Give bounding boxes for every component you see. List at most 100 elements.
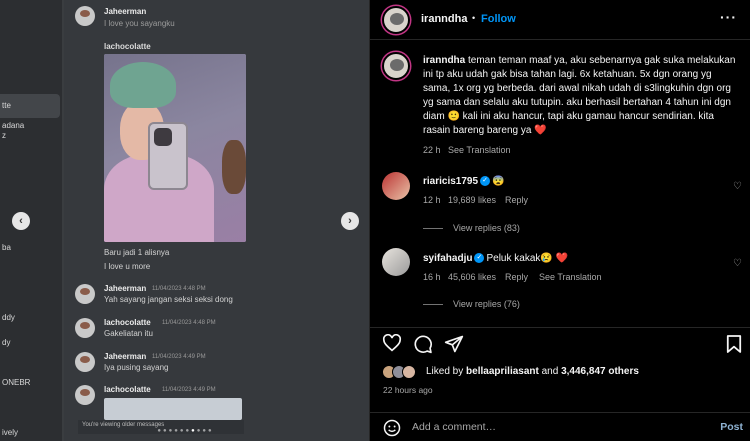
liked-by-user[interactable]: bellaapriliasant — [466, 366, 539, 377]
comment-text: Peluk kakak😢 ❤️ — [486, 253, 569, 264]
comment-likes[interactable]: 45,606 likes — [448, 272, 496, 282]
save-bookmark-icon[interactable] — [726, 334, 742, 354]
avatar — [75, 385, 95, 405]
sidebar-item: tte — [2, 101, 11, 110]
reply-button[interactable]: Reply — [505, 195, 528, 205]
avatar[interactable] — [382, 172, 410, 200]
avatar[interactable] — [382, 6, 410, 34]
avatar — [75, 318, 95, 338]
message-text: Yah sayang jangan seksi seksi dong — [104, 295, 233, 304]
separator-dot: • — [472, 13, 476, 23]
caption-username[interactable]: iranndha — [423, 55, 465, 66]
message-username: Jaheerman — [104, 352, 147, 361]
comment-likes[interactable]: 19,689 likes — [448, 195, 496, 205]
share-send-icon[interactable] — [444, 334, 464, 354]
reply-button[interactable]: Reply — [505, 272, 528, 282]
comment-time: 16 h — [423, 272, 441, 282]
sidebar-item: z — [2, 131, 6, 140]
guitar-shape — [222, 140, 246, 194]
carousel-dot: ● — [208, 428, 212, 434]
carousel-dot: ● — [174, 428, 178, 434]
message-timestamp: 11/04/2023 4:49 PM — [152, 354, 206, 360]
liked-by-and: and — [541, 366, 559, 377]
sidebar-item: ba — [2, 243, 11, 252]
chat-photo — [104, 54, 246, 242]
next-slide-button[interactable]: › — [341, 212, 359, 230]
view-replies-link[interactable]: View replies (83) — [423, 223, 520, 233]
message-text: I love you sayangku — [104, 19, 175, 28]
emoji-icon[interactable] — [383, 419, 401, 437]
carousel-dot: ● — [185, 428, 190, 434]
instagram-post-viewer: tte adana z ba ddy dy ONEBR ively Jaheer… — [0, 0, 750, 441]
sidebar-item: adana — [2, 121, 25, 130]
comment-text: 😨 — [492, 176, 505, 187]
comment-bubble-icon[interactable] — [413, 334, 433, 354]
follow-button[interactable]: Follow — [481, 13, 516, 25]
caption-time: 22 h — [423, 145, 441, 155]
liked-by-prefix: Liked by — [426, 366, 464, 377]
carousel-dot: ● — [163, 428, 167, 434]
discord-sidebar: tte adana z ba ddy dy ONEBR ively — [0, 0, 62, 441]
message-timestamp: 11/04/2023 4:49 PM — [162, 387, 216, 393]
view-replies-link[interactable]: View replies (76) — [423, 299, 520, 309]
comment-username[interactable]: riaricis1795 — [423, 176, 478, 187]
author-username[interactable]: iranndha — [421, 13, 467, 25]
see-translation-link[interactable]: See Translation — [539, 272, 602, 282]
prev-slide-button[interactable]: ‹ — [12, 212, 30, 230]
post-details-pane: iranndha • Follow ··· iranndha teman tem… — [369, 0, 750, 441]
more-options-icon[interactable]: ··· — [720, 9, 737, 25]
carousel-dot-active: ● — [191, 428, 195, 434]
like-comment-heart-icon[interactable]: ♡ — [733, 181, 742, 192]
carousel-dot: ● — [168, 428, 173, 434]
message-timestamp: 11/04/2023 4:48 PM — [152, 286, 206, 292]
comment-time: 12 h — [423, 195, 441, 205]
carousel-dot: ● — [196, 428, 201, 434]
message-text: Gakeliatan itu — [104, 329, 153, 338]
chevron-left-icon: ‹ — [19, 215, 23, 227]
post-comment-button[interactable]: Post — [720, 421, 743, 433]
post-media[interactable]: tte adana z ba ddy dy ONEBR ively Jaheer… — [0, 0, 369, 441]
message-username: Jaheerman — [104, 284, 147, 293]
posted-time: 22 hours ago — [383, 385, 433, 395]
chevron-right-icon: › — [348, 215, 352, 227]
avatar — [75, 284, 95, 304]
avatar — [75, 6, 95, 26]
avatar — [75, 352, 95, 372]
avatar[interactable] — [382, 52, 410, 80]
post-actions — [370, 327, 750, 359]
message-text: I love u more — [104, 262, 151, 271]
message-username: lachocolatte — [104, 385, 151, 394]
message-username: lachocolatte — [104, 318, 151, 327]
sidebar-item: dy — [2, 338, 11, 347]
carousel-indicator: ● ● ● ● ● ● ● ● ● ● — [0, 428, 369, 434]
post-header: iranndha • Follow ··· — [370, 0, 750, 40]
caption-text: teman teman maaf ya, aku sebenarnya gak … — [423, 55, 736, 136]
liker-avatar — [402, 365, 416, 379]
comment-composer: Add a comment… Post — [370, 412, 750, 441]
hair-towel — [110, 62, 176, 108]
comment: syifahadju ✓ Peluk kakak😢 ❤️ — [423, 253, 568, 264]
message-username: Jaheerman — [104, 7, 147, 16]
liked-by-others[interactable]: 3,446,847 others — [561, 366, 639, 377]
carousel-dot: ● — [179, 428, 184, 434]
like-heart-icon[interactable] — [382, 334, 402, 352]
message-username: lachocolatte — [104, 42, 151, 51]
attachment-preview — [104, 398, 242, 420]
sidebar-item: ONEBR — [2, 378, 31, 387]
like-comment-heart-icon[interactable]: ♡ — [733, 258, 742, 269]
comment-input[interactable]: Add a comment… — [412, 421, 496, 433]
comment: riaricis1795 ✓ 😨 — [423, 176, 505, 187]
message-timestamp: 11/04/2023 4:48 PM — [162, 320, 216, 326]
see-translation-link[interactable]: See Translation — [448, 145, 511, 155]
message-text: Baru jadi 1 alisnya — [104, 248, 170, 257]
avatar[interactable] — [382, 248, 410, 276]
post-caption: iranndha teman teman maaf ya, aku sebena… — [423, 54, 741, 138]
carousel-dot: ● — [202, 428, 206, 434]
comment-username[interactable]: syifahadju — [423, 253, 472, 264]
verified-badge-icon: ✓ — [480, 176, 491, 187]
camera-lens — [154, 128, 172, 146]
sidebar-item: ddy — [2, 313, 15, 322]
carousel-dot: ● — [157, 428, 161, 434]
message-text: Iya pusing sayang — [104, 363, 169, 372]
liked-by-summary: Liked by bellaapriliasant and 3,446,847 … — [426, 366, 639, 377]
